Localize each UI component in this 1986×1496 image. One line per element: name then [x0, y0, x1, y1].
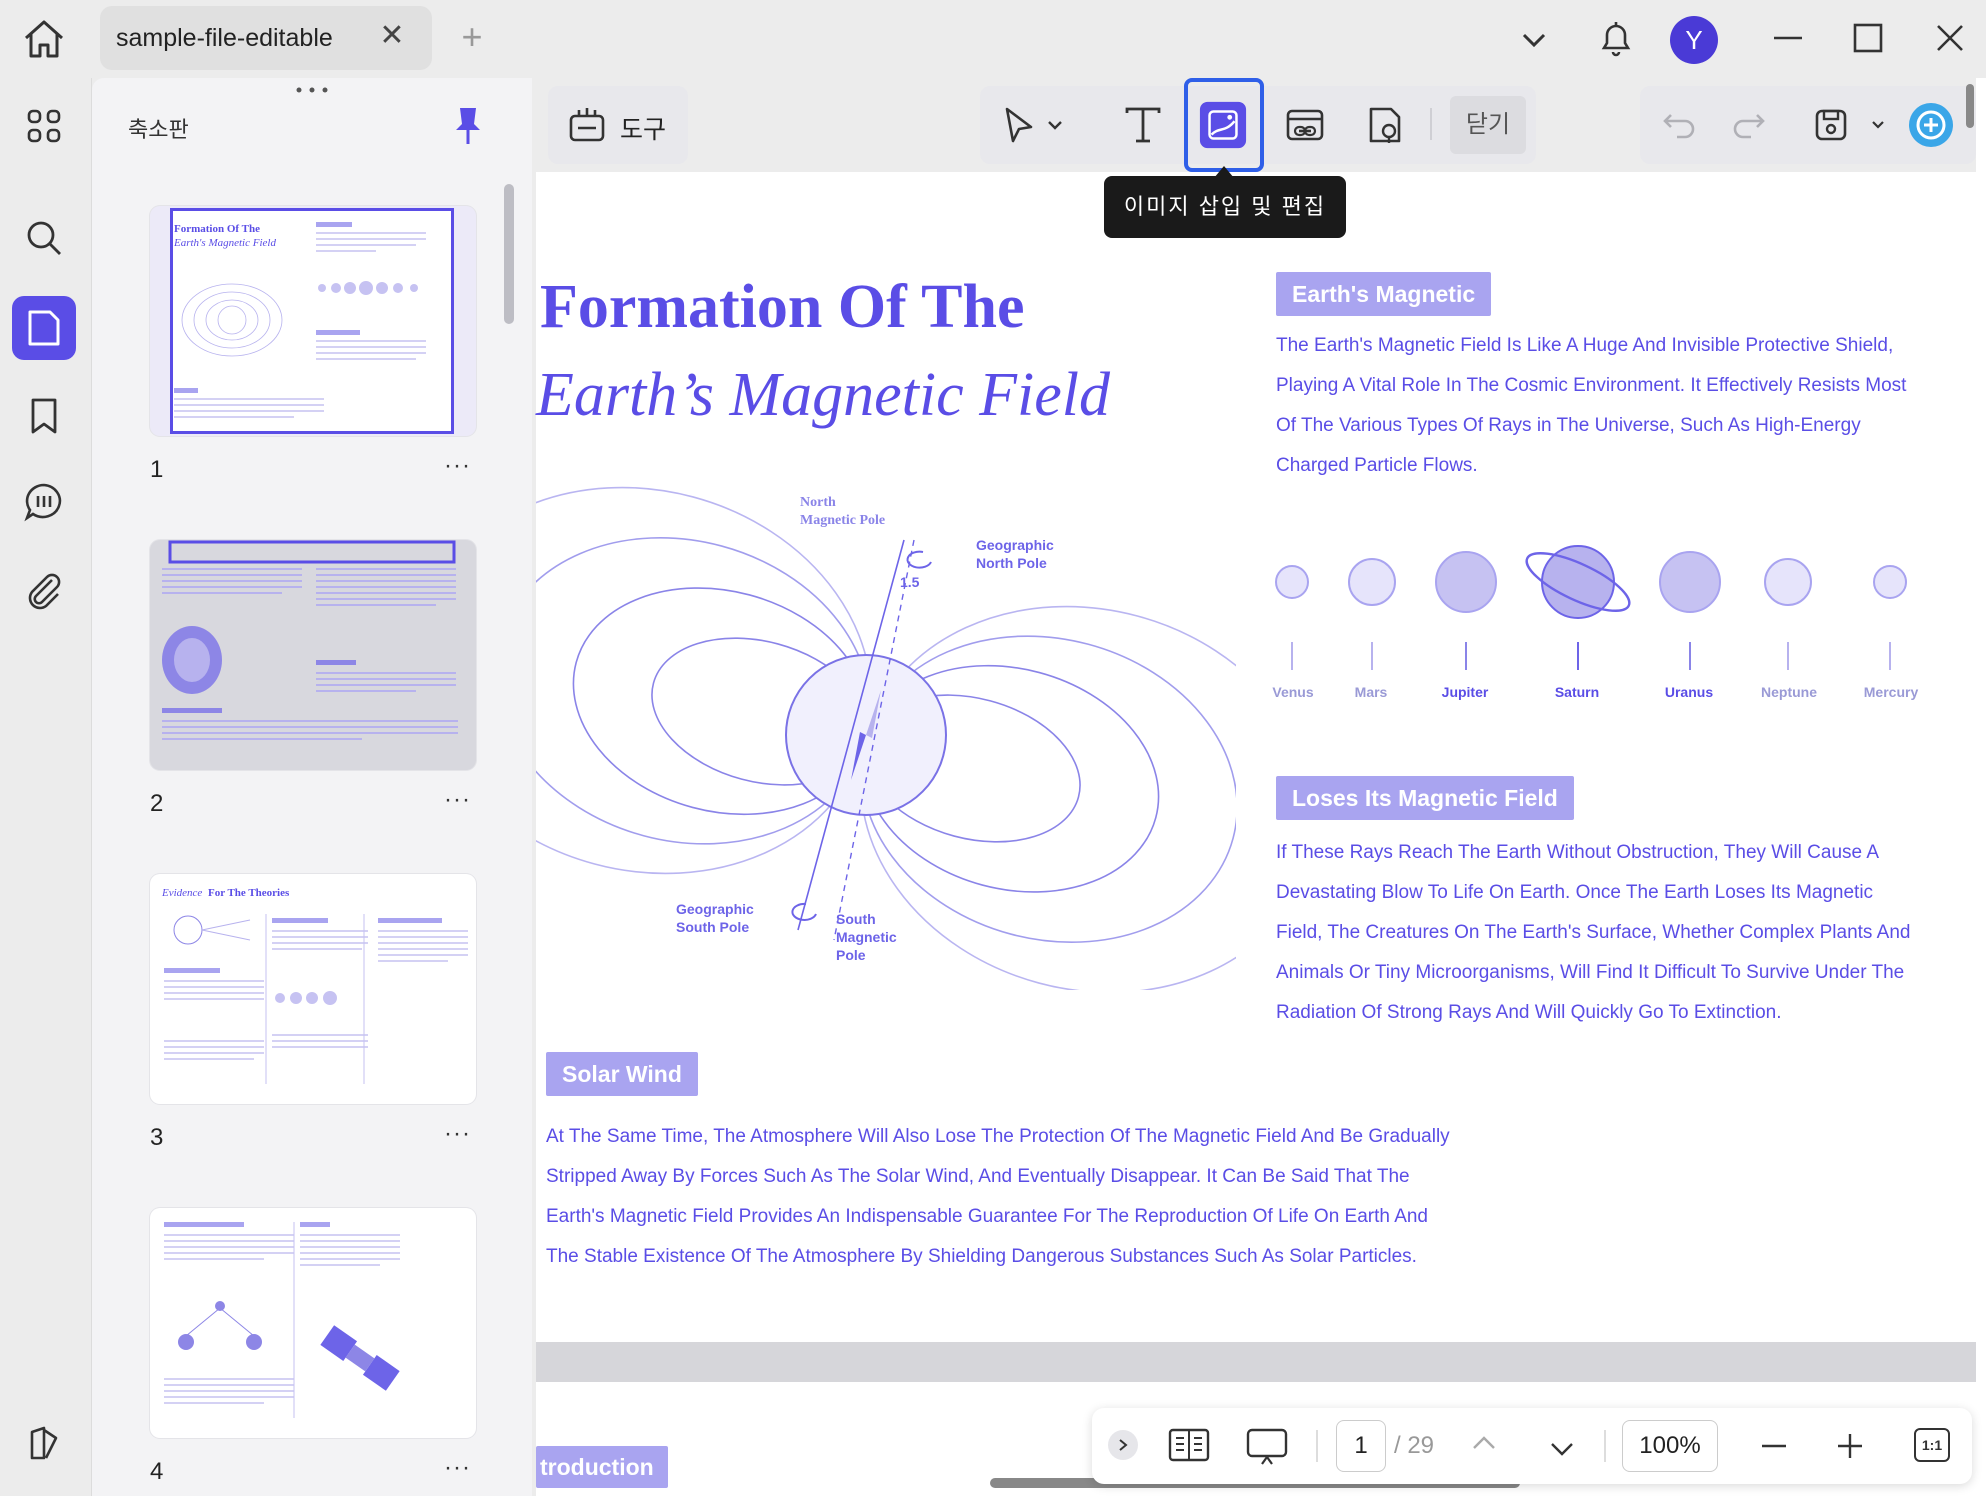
close-window-icon[interactable]	[1928, 16, 1972, 60]
next-page-heading: troduction	[536, 1446, 668, 1488]
page-more-button[interactable]: ···	[444, 786, 471, 814]
collapse-bar-chevron-icon[interactable]	[1108, 1430, 1138, 1460]
page-thumbnail-4[interactable]	[150, 1208, 476, 1438]
tools-label[interactable]: 도구	[620, 110, 666, 146]
apps-grid-icon[interactable]	[12, 94, 76, 158]
planet-label: Saturn	[1554, 684, 1600, 700]
planet-label: Neptune	[1761, 684, 1817, 700]
page-number-label: 1	[150, 456, 164, 483]
close-tab-icon[interactable]: ✕	[378, 21, 406, 51]
tilt-angle-label: 1.5	[900, 574, 920, 590]
redo-icon[interactable]	[1724, 100, 1774, 150]
planet-label: Venus	[1272, 684, 1314, 700]
page-thumbnail-3[interactable]: Evidence For The Theories	[150, 874, 476, 1104]
zoom-in-icon[interactable]	[1832, 1428, 1868, 1464]
planet-label: Mercury	[1863, 684, 1919, 700]
section-heading: Loses Its Magnetic Field	[1276, 776, 1574, 820]
geographic-south-pole-label: Geographic South Pole	[676, 901, 754, 935]
new-tab-icon[interactable]: +	[456, 19, 488, 55]
doc-vertical-scrollbar[interactable]	[1966, 84, 1974, 128]
page-more-button[interactable]: ···	[444, 452, 471, 480]
previous-page-icon[interactable]	[1466, 1426, 1502, 1462]
page-gap	[536, 1342, 1976, 1382]
svg-text:Earth's Magnetic Field: Earth's Magnetic Field	[173, 237, 276, 249]
comments-icon[interactable]	[12, 470, 76, 534]
bottom-divider	[1604, 1430, 1606, 1462]
section-paragraph: The Earth's Magnetic Field Is Like A Hug…	[1276, 335, 1907, 476]
undo-icon[interactable]	[1654, 100, 1704, 150]
page-more-button[interactable]: ···	[444, 1120, 471, 1148]
north-magnetic-pole-label: North Magnetic Pole	[800, 495, 886, 528]
notification-bell-icon[interactable]	[1594, 16, 1638, 60]
toolbar-divider	[1430, 108, 1432, 140]
page-title: Formation Of The	[540, 273, 1025, 341]
thumbnail-scrollbar[interactable]	[504, 184, 514, 324]
page-number-label: 4	[150, 1458, 164, 1485]
planet-label: Mars	[1354, 684, 1388, 700]
left-rail	[0, 78, 92, 1496]
thumbnails-page-icon[interactable]	[12, 296, 76, 360]
user-avatar[interactable]: Y	[1670, 16, 1718, 64]
text-tool-icon[interactable]	[1118, 100, 1168, 150]
zoom-level-field[interactable]: 100%	[1622, 1420, 1718, 1472]
page-number-label: 3	[150, 1124, 164, 1151]
link-tool-icon[interactable]	[1280, 100, 1330, 150]
tools-icon[interactable]	[562, 100, 612, 150]
watermark-tool-icon[interactable]	[1360, 100, 1410, 150]
svg-text:Formation Of The: Formation Of The	[174, 223, 260, 235]
panel-drag-handle-icon[interactable]	[294, 82, 330, 93]
bottom-divider	[1316, 1430, 1318, 1462]
geographic-north-pole-label: Geographic North Pole	[976, 537, 1054, 571]
planet-label: Jupiter	[1441, 684, 1489, 700]
home-icon[interactable]	[20, 18, 68, 60]
ai-assistant-icon[interactable]	[1906, 100, 1956, 150]
bookmark-icon[interactable]	[12, 384, 76, 448]
maximize-icon[interactable]	[1846, 16, 1890, 60]
page-thumbnail-2[interactable]	[150, 540, 476, 770]
presentation-icon[interactable]	[1244, 1424, 1290, 1468]
page-subtitle: Earth’s Magnetic Field	[536, 361, 1110, 429]
page-more-button[interactable]: ···	[444, 1454, 471, 1482]
theme-panel-icon[interactable]	[12, 1412, 76, 1476]
image-tool-tooltip: 이미지 삽입 및 편집	[1104, 176, 1346, 238]
svg-text:Evidence: Evidence	[161, 887, 202, 899]
zoom-out-icon[interactable]	[1756, 1428, 1792, 1464]
section-heading: Solar Wind	[546, 1052, 698, 1096]
page-number-label: 2	[150, 790, 164, 817]
image-insert-edit-icon[interactable]	[1198, 100, 1248, 150]
chevron-down-icon[interactable]	[1512, 18, 1556, 62]
current-page-input[interactable]: 1	[1336, 1420, 1386, 1472]
svg-text:For The Theories: For The Theories	[208, 887, 290, 899]
save-dropdown-chevron-icon[interactable]	[1864, 100, 1892, 150]
section-paragraph: If These Rays Reach The Earth Without Ob…	[1276, 842, 1911, 1023]
minimize-icon[interactable]	[1766, 16, 1810, 60]
section-heading: Earth's Magnetic	[1276, 272, 1492, 316]
total-pages-label: / 29	[1394, 1432, 1435, 1459]
next-page-icon[interactable]	[1544, 1430, 1580, 1466]
select-dropdown-chevron-icon[interactable]	[1040, 100, 1070, 150]
close-edit-button[interactable]: 닫기	[1450, 96, 1526, 154]
pin-icon[interactable]	[450, 104, 486, 148]
section-paragraph: At The Same Time, The Atmosphere Will Al…	[546, 1126, 1450, 1267]
south-magnetic-pole-label: South Magnetic Pole	[836, 911, 897, 963]
search-icon[interactable]	[12, 206, 76, 270]
actual-size-button[interactable]: 1:1	[1914, 1428, 1950, 1462]
attachment-icon[interactable]	[12, 558, 76, 622]
save-icon[interactable]	[1806, 100, 1856, 150]
tab-title: sample-file-editable	[116, 24, 333, 52]
planet-label: Uranus	[1664, 684, 1714, 700]
select-arrow-icon[interactable]	[994, 100, 1044, 150]
page-layout-icon[interactable]	[1166, 1424, 1212, 1468]
page-thumbnail-1[interactable]: Formation Of The Earth's Magnetic Field	[150, 206, 476, 436]
planets-illustration	[1275, 545, 1907, 670]
thumbnail-panel-title: 축소판	[128, 117, 189, 142]
